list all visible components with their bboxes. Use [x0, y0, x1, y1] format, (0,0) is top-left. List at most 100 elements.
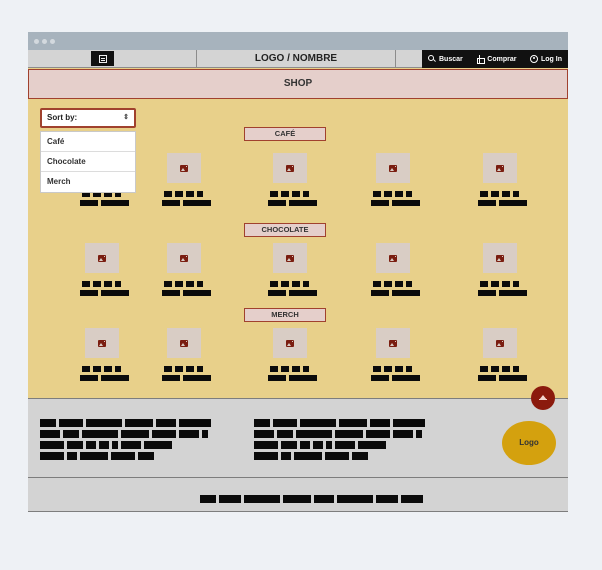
product-name-redacted [480, 281, 519, 287]
login-label: Log In [540, 55, 562, 63]
product-card[interactable] [74, 328, 129, 384]
product-name-redacted [373, 281, 412, 287]
product-image [483, 243, 517, 273]
image-icon [180, 339, 188, 347]
user-icon [529, 55, 538, 63]
product-price-redacted [478, 200, 527, 206]
product-card[interactable] [156, 153, 211, 209]
product-name-redacted [164, 366, 203, 372]
product-card[interactable] [156, 243, 211, 299]
product-image [376, 243, 410, 273]
product-name-redacted [82, 366, 121, 372]
product-price-redacted [268, 290, 317, 296]
product-image [167, 153, 201, 183]
product-image [167, 243, 201, 273]
product-image [85, 328, 119, 358]
product-price-redacted [162, 290, 211, 296]
product-card[interactable] [156, 328, 211, 384]
top-navbar: LOGO / NOMBRE Buscar Comprar Log In [28, 50, 568, 68]
product-image [167, 328, 201, 358]
product-card[interactable] [262, 328, 317, 384]
product-price-redacted [371, 200, 420, 206]
image-icon [180, 254, 188, 262]
product-image [483, 328, 517, 358]
image-icon [98, 254, 106, 262]
product-card[interactable] [262, 153, 317, 209]
nav-actions: Buscar Comprar Log In [422, 50, 568, 68]
select-arrows-icon: ⇕ [123, 114, 129, 121]
product-price-redacted [478, 375, 527, 381]
browser-frame: LOGO / NOMBRE Buscar Comprar Log In SHOP… [28, 32, 568, 512]
buy-label: Comprar [487, 55, 517, 63]
product-image [376, 153, 410, 183]
product-image [483, 153, 517, 183]
search-link[interactable]: Buscar [428, 55, 463, 63]
product-price-redacted [268, 375, 317, 381]
product-price-redacted [80, 200, 129, 206]
product-card[interactable] [262, 243, 317, 299]
subfooter [28, 478, 568, 512]
footer-text-block [254, 419, 425, 463]
sort-option-cafe[interactable]: Café [41, 132, 135, 152]
sort-select[interactable]: Sort by: ⇕ [40, 108, 136, 128]
product-price-redacted [162, 200, 211, 206]
category-label-cafe: CAFÉ [244, 127, 326, 141]
product-price-redacted [478, 290, 527, 296]
product-name-redacted [164, 281, 203, 287]
image-icon [286, 339, 294, 347]
product-name-redacted [270, 281, 309, 287]
image-icon [389, 254, 397, 262]
sort-dropdown: Café Chocolate Merch [40, 131, 136, 193]
image-icon [180, 164, 188, 172]
product-name-redacted [480, 191, 519, 197]
product-price-redacted [371, 290, 420, 296]
product-price-redacted [268, 200, 317, 206]
menu-icon [98, 54, 107, 63]
login-link[interactable]: Log In [529, 55, 562, 63]
product-card[interactable] [365, 153, 420, 209]
sort-option-merch[interactable]: Merch [41, 172, 135, 192]
product-name-redacted [270, 366, 309, 372]
product-price-redacted [80, 375, 129, 381]
window-chrome [28, 32, 568, 50]
gift-icon [476, 55, 486, 64]
product-card[interactable] [365, 243, 420, 299]
product-name-redacted [480, 366, 519, 372]
site-logo-name[interactable]: LOGO / NOMBRE [196, 50, 396, 68]
arrow-up-bar [539, 399, 547, 400]
image-icon [496, 254, 504, 262]
category-label-chocolate: CHOCOLATE [244, 223, 326, 237]
product-image [273, 243, 307, 273]
product-name-redacted [270, 191, 309, 197]
product-image [273, 328, 307, 358]
product-card[interactable] [74, 243, 129, 299]
product-card[interactable] [472, 328, 527, 384]
footer-text-block [40, 419, 211, 463]
search-label: Buscar [439, 55, 463, 63]
buy-link[interactable]: Comprar [476, 55, 517, 64]
footer: Logo [28, 398, 568, 478]
shop-title: SHOP [283, 78, 313, 89]
product-name-redacted [82, 281, 121, 287]
product-image [273, 153, 307, 183]
image-icon [389, 164, 397, 172]
product-image [85, 243, 119, 273]
category-label-merch: MERCH [244, 308, 326, 322]
nav-divider [395, 50, 396, 68]
product-card[interactable] [365, 328, 420, 384]
product-price-redacted [80, 290, 129, 296]
image-icon [286, 164, 294, 172]
window-dot [42, 39, 47, 44]
menu-button[interactable] [91, 51, 114, 66]
product-name-redacted [164, 191, 203, 197]
product-card[interactable] [472, 243, 527, 299]
product-price-redacted [162, 375, 211, 381]
sort-option-chocolate[interactable]: Chocolate [41, 152, 135, 172]
image-icon [389, 339, 397, 347]
scroll-top-button[interactable] [531, 386, 555, 410]
window-dot [34, 39, 39, 44]
footer-logo[interactable]: Logo [502, 421, 556, 465]
image-icon [496, 164, 504, 172]
search-icon [428, 55, 436, 63]
product-card[interactable] [472, 153, 527, 209]
